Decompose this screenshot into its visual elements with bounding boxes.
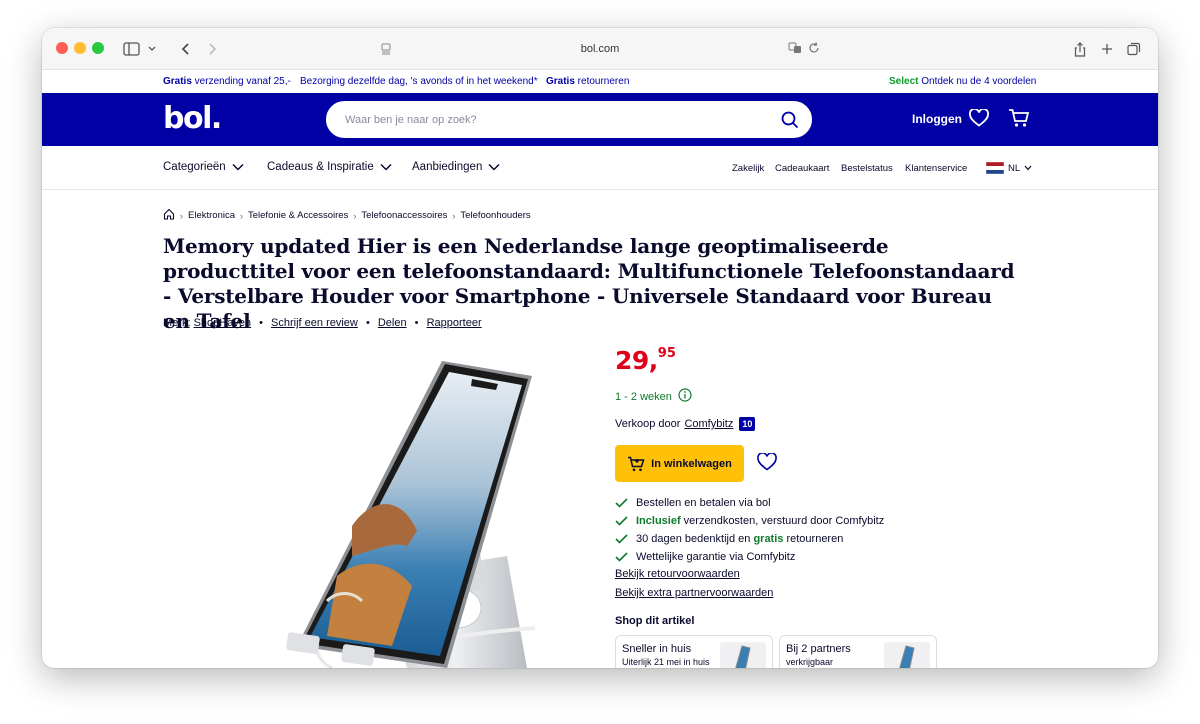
- seller-score-badge: 10: [739, 417, 756, 431]
- breadcrumb-item[interactable]: Telefonie & Accessoires: [248, 210, 348, 221]
- checkmark-icon: [615, 552, 628, 562]
- url-text: bol.com: [580, 43, 620, 55]
- offer-card-partners[interactable]: Bij 2 partners verkrijgbaar: [779, 635, 937, 668]
- nav-gifts-inspiration[interactable]: Cadeaus & Inspiratie: [267, 161, 392, 173]
- brand-link[interactable]: ShopHaven: [194, 317, 252, 329]
- breadcrumb-item[interactable]: Telefoonaccessoires: [361, 210, 447, 221]
- promo-same-day[interactable]: Bezorging dezelfde dag, 's avonds of in …: [300, 76, 538, 87]
- offer-thumbnail: [884, 642, 930, 668]
- checkmark-icon: [615, 516, 628, 526]
- price-cents: 95: [657, 346, 676, 361]
- zoom-window-button[interactable]: [92, 42, 104, 54]
- usp-item: Bestellen en betalen via bol: [615, 494, 884, 512]
- nav-business[interactable]: Zakelijk: [732, 163, 764, 174]
- seller-info: Verkoop door Comfybitz 10: [615, 417, 756, 431]
- forward-icon[interactable]: [202, 38, 222, 60]
- seller-link[interactable]: Comfybitz: [684, 418, 733, 430]
- new-tab-icon[interactable]: [1099, 38, 1115, 60]
- offer-thumbnail: [720, 642, 766, 668]
- price-main: 29,: [615, 346, 658, 375]
- product-image[interactable]: [242, 346, 542, 668]
- wishlist-icon[interactable]: [969, 108, 989, 132]
- login-link[interactable]: Inloggen: [912, 112, 962, 126]
- back-icon[interactable]: [176, 38, 196, 60]
- seller-label: Verkoop door: [615, 418, 681, 430]
- report-link[interactable]: Rapporteer: [427, 317, 482, 329]
- search-input[interactable]: Waar ben je naar op zoek?: [326, 101, 812, 138]
- promo-free-returns[interactable]: Gratis retourneren: [546, 76, 629, 87]
- brand-label: Merk:: [163, 317, 191, 329]
- usp-item: Inclusief verzendkosten, verstuurd door …: [615, 512, 884, 530]
- tab-overview-icon[interactable]: [1125, 38, 1143, 60]
- search-icon[interactable]: [781, 111, 799, 132]
- chevron-down-icon: [380, 163, 392, 171]
- promo-free-shipping[interactable]: Gratis verzending vanaf 25,-: [163, 76, 291, 87]
- separator-dot: •: [414, 317, 419, 329]
- product-meta: Merk: ShopHaven • Schrijf een review • D…: [163, 317, 482, 329]
- cart-icon[interactable]: [1008, 108, 1030, 133]
- shop-article-heading: Shop dit artikel: [615, 615, 695, 627]
- search-placeholder: Waar ben je naar op zoek?: [345, 113, 477, 126]
- page-icon: [380, 43, 392, 58]
- nav-categories[interactable]: Categorieën: [163, 161, 244, 173]
- minimize-window-button[interactable]: [74, 42, 86, 54]
- add-to-cart-button[interactable]: In winkelwagen: [615, 445, 744, 482]
- chevron-right-icon: ›: [240, 210, 243, 221]
- browser-window: bol.com Gratis verzending vanaf 25,- Bez…: [42, 28, 1158, 668]
- sidebar-toggle-icon[interactable]: [120, 38, 160, 60]
- add-to-wishlist-icon[interactable]: [757, 452, 777, 476]
- promo-strip: Gratis verzending vanaf 25,- Bezorging d…: [42, 70, 1158, 93]
- separator-dot: •: [259, 317, 263, 329]
- conditions-links: Bekijk retourvoorwaarden Bekijk extra pa…: [615, 568, 773, 606]
- chevron-down-icon: [1024, 165, 1032, 171]
- chevron-down-icon: [232, 163, 244, 171]
- partner-conditions-link[interactable]: Bekijk extra partnervoorwaarden: [615, 587, 773, 606]
- category-nav: Categorieën Cadeaus & Inspiratie Aanbied…: [42, 146, 1158, 190]
- nav-customer-service[interactable]: Klantenservice: [905, 163, 967, 174]
- nav-gift-card[interactable]: Cadeaukaart: [775, 163, 829, 174]
- delivery-time: 1 - 2 weken: [615, 388, 692, 405]
- promo-select[interactable]: Select Ontdek nu de 4 voordelen: [889, 76, 1036, 87]
- add-to-cart-label: In winkelwagen: [651, 457, 732, 470]
- dutch-flag-icon: [986, 162, 1004, 174]
- reload-icon[interactable]: [808, 42, 820, 57]
- breadcrumb-item[interactable]: Elektronica: [188, 210, 235, 221]
- separator-dot: •: [365, 317, 370, 329]
- product-price: 29,95: [615, 346, 676, 375]
- language-selector[interactable]: NL: [986, 162, 1032, 174]
- info-icon[interactable]: [678, 388, 692, 405]
- bol-logo[interactable]: bol.: [163, 101, 222, 136]
- nav-order-status[interactable]: Bestelstatus: [841, 163, 893, 174]
- usp-list: Bestellen en betalen via bol Inclusief v…: [615, 494, 884, 566]
- usp-item: 30 dagen bedenktijd en gratis retournere…: [615, 530, 884, 548]
- address-bar[interactable]: bol.com: [372, 36, 828, 62]
- breadcrumb: › Elektronica › Telefonie & Accessoires …: [163, 208, 531, 223]
- delivery-text: 1 - 2 weken: [615, 390, 672, 403]
- write-review-link[interactable]: Schrijf een review: [271, 317, 358, 329]
- close-window-button[interactable]: [56, 42, 68, 54]
- cart-icon: [628, 456, 645, 471]
- share-link[interactable]: Delen: [378, 317, 407, 329]
- checkmark-icon: [615, 534, 628, 544]
- return-conditions-link[interactable]: Bekijk retourvoorwaarden: [615, 568, 773, 587]
- chevron-right-icon: ›: [353, 210, 357, 221]
- breadcrumb-item[interactable]: Telefoonhouders: [460, 210, 530, 221]
- translate-icon[interactable]: [788, 42, 802, 57]
- chevron-down-icon: [488, 163, 500, 171]
- site-header: bol. Waar ben je naar op zoek? Inloggen: [42, 93, 1158, 146]
- offer-card-faster[interactable]: Sneller in huis Uiterlijk 21 mei in huis: [615, 635, 773, 668]
- chevron-right-icon: ›: [180, 210, 183, 221]
- home-icon[interactable]: [163, 208, 175, 223]
- nav-deals[interactable]: Aanbiedingen: [412, 161, 500, 173]
- usp-item: Wettelijke garantie via Comfybitz: [615, 548, 884, 566]
- browser-toolbar: bol.com: [42, 28, 1158, 70]
- share-icon[interactable]: [1072, 38, 1088, 60]
- chevron-right-icon: ›: [452, 210, 456, 221]
- checkmark-icon: [615, 498, 628, 508]
